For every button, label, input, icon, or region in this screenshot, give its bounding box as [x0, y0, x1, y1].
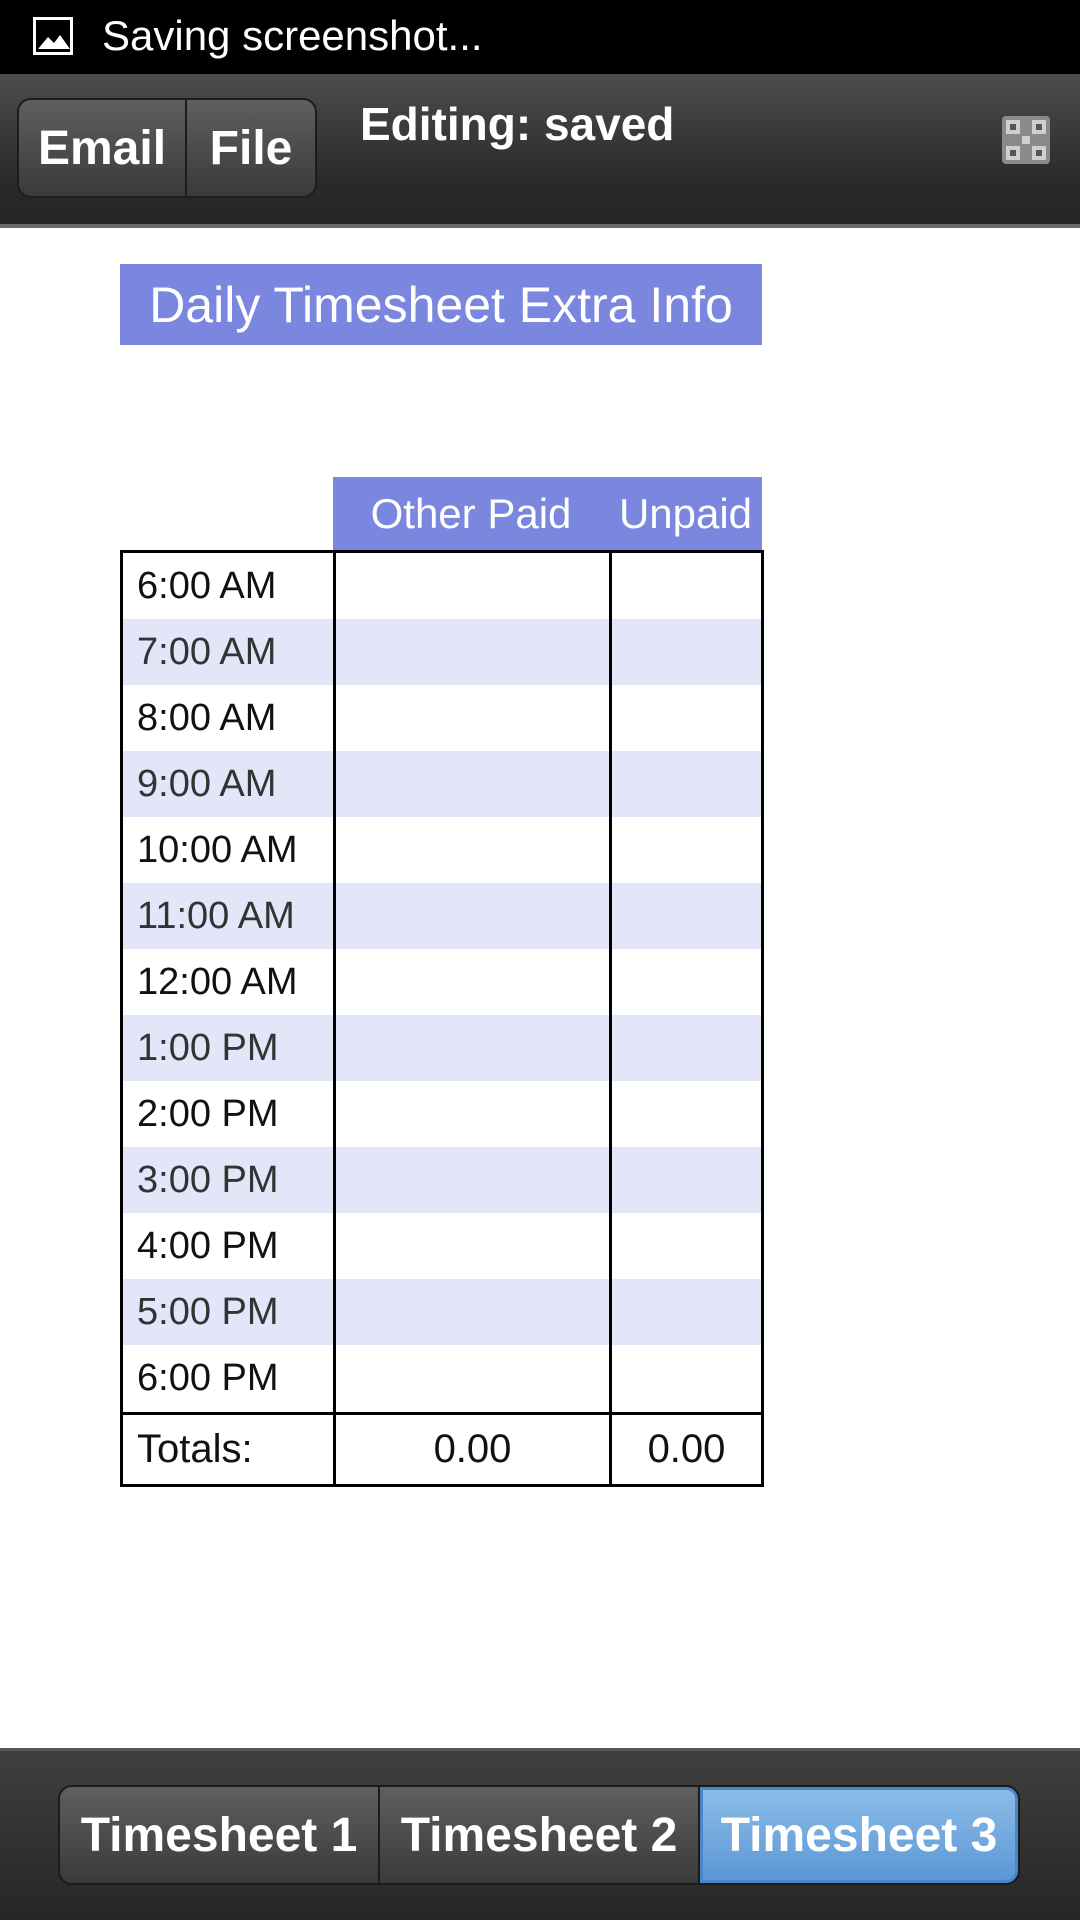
other-paid-cell[interactable]	[336, 1345, 609, 1411]
table-row: 12:00 AM	[123, 949, 761, 1015]
unpaid-cell[interactable]	[612, 817, 761, 883]
time-label: 4:00 PM	[137, 1225, 279, 1267]
other-paid-cell[interactable]	[336, 1279, 609, 1345]
unpaid-cell[interactable]	[612, 619, 761, 685]
time-label: 3:00 PM	[137, 1159, 279, 1201]
action-button-group: Email File	[17, 98, 317, 198]
editing-status: Editing: saved	[360, 98, 675, 150]
table-row: 5:00 PM	[123, 1279, 761, 1345]
table-row: 11:00 AM	[123, 883, 761, 949]
tab-timesheet-1[interactable]: Timesheet 1	[60, 1787, 380, 1883]
table-row: 1:00 PM	[123, 1015, 761, 1081]
totals-row: Totals: 0.00 0.00	[123, 1415, 761, 1484]
unpaid-cell[interactable]	[612, 1345, 761, 1411]
table-row: 3:00 PM	[123, 1147, 761, 1213]
image-icon	[33, 17, 73, 55]
column-divider	[609, 553, 612, 1484]
unpaid-cell[interactable]	[612, 1279, 761, 1345]
unpaid-cell[interactable]	[612, 1015, 761, 1081]
table-row: 6:00 AM	[123, 553, 761, 619]
unpaid-cell[interactable]	[612, 949, 761, 1015]
unpaid-cell[interactable]	[612, 1147, 761, 1213]
time-label: 9:00 AM	[137, 763, 277, 805]
other-paid-cell[interactable]	[336, 1081, 609, 1147]
unpaid-cell[interactable]	[612, 1081, 761, 1147]
other-paid-cell[interactable]	[336, 949, 609, 1015]
other-paid-cell[interactable]	[336, 553, 609, 619]
table-row: 4:00 PM	[123, 1213, 761, 1279]
unpaid-cell[interactable]	[612, 553, 761, 619]
other-paid-cell[interactable]	[336, 1147, 609, 1213]
other-paid-cell[interactable]	[336, 685, 609, 751]
total-unpaid: 0.00	[647, 1427, 726, 1471]
unpaid-cell[interactable]	[612, 751, 761, 817]
column-header-other-paid: Other Paid	[333, 477, 609, 551]
qr-code-icon[interactable]	[1002, 116, 1050, 164]
timesheet-table: 6:00 PM 5:00 PM 4:00 PM 3:00 PM 2:00 PM 1:00 …	[120, 550, 764, 1487]
time-label: 1:00 PM	[137, 1027, 279, 1069]
tab-timesheet-2[interactable]: Timesheet 2	[380, 1787, 700, 1883]
total-other-paid: 0.00	[433, 1427, 512, 1471]
other-paid-cell[interactable]	[336, 1213, 609, 1279]
time-label: 11:00 AM	[137, 895, 295, 937]
totals-label: Totals:	[137, 1427, 253, 1471]
time-label: 10:00 AM	[137, 829, 298, 871]
other-paid-cell[interactable]	[336, 883, 609, 949]
unpaid-cell[interactable]	[612, 883, 761, 949]
unpaid-cell[interactable]	[612, 685, 761, 751]
other-paid-cell[interactable]	[336, 751, 609, 817]
bottom-tab-bar: Timesheet 1 Timesheet 2 Timesheet 3	[0, 1748, 1080, 1920]
timesheet-tabs: Timesheet 1 Timesheet 2 Timesheet 3	[58, 1785, 1020, 1885]
time-label: 2:00 PM	[137, 1093, 279, 1135]
other-paid-cell[interactable]	[336, 817, 609, 883]
time-label: 12:00 AM	[137, 961, 298, 1003]
time-label: 6:00 PM	[137, 1357, 279, 1399]
time-label: 6:00 AM	[137, 565, 277, 607]
table-row: 9:00 AM	[123, 751, 761, 817]
table-row: 2:00 PM	[123, 1081, 761, 1147]
table-row: 7:00 AM	[123, 619, 761, 685]
other-paid-cell[interactable]	[336, 1015, 609, 1081]
column-divider	[333, 553, 336, 1484]
time-label: 5:00 PM	[137, 1291, 279, 1333]
table-row: 10:00 AM	[123, 817, 761, 883]
sheet-title: Daily Timesheet Extra Info	[120, 264, 762, 345]
email-button[interactable]: Email	[19, 100, 187, 196]
tab-timesheet-3[interactable]: Timesheet 3	[700, 1787, 1018, 1883]
time-label: 7:00 AM	[137, 631, 277, 673]
action-bar: Email File Editing: saved	[0, 74, 1080, 228]
table-row: 6:00 PM	[123, 1345, 761, 1411]
status-bar: Saving screenshot...	[0, 0, 1080, 74]
table-row: 8:00 AM	[123, 685, 761, 751]
time-label: 8:00 AM	[137, 697, 277, 739]
status-text: Saving screenshot...	[102, 12, 483, 59]
column-header-unpaid: Unpaid	[609, 477, 762, 551]
file-button[interactable]: File	[187, 100, 315, 196]
other-paid-cell[interactable]	[336, 619, 609, 685]
unpaid-cell[interactable]	[612, 1213, 761, 1279]
